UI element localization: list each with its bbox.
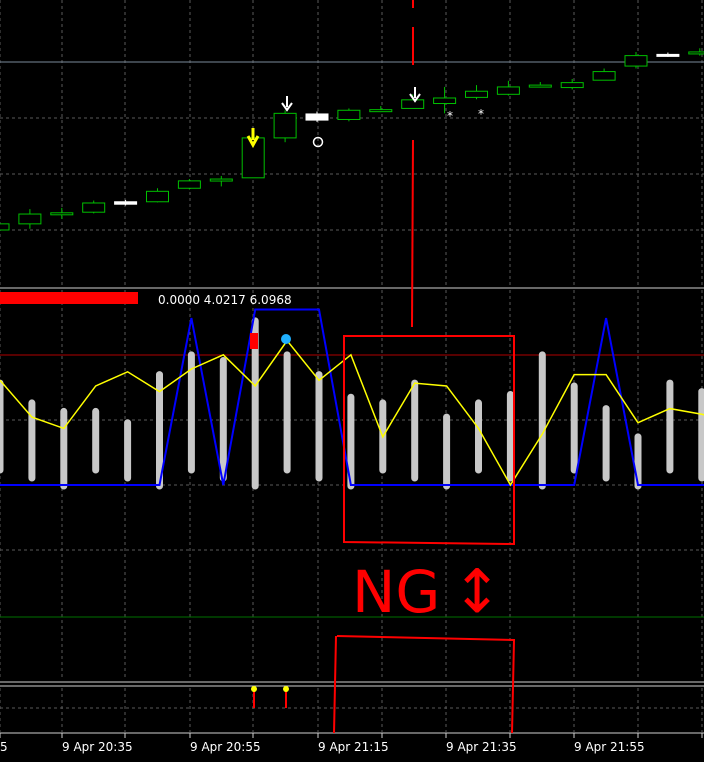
indicator-values: 0.0000 4.0217 6.0968 [158,293,292,307]
candle-body [465,90,488,98]
candle-body [592,71,616,81]
indicator-name-scribble [0,292,138,304]
candle-body [0,223,10,231]
annotation-line [333,635,337,734]
candle-body [688,51,704,55]
candle-body [560,82,584,89]
candle-body [209,178,233,182]
candle-body [273,112,297,139]
annotation-box [343,335,515,546]
candle-body [305,113,329,121]
candle-body [114,201,138,205]
trading-chart[interactable]: * * 0.0000 4.0217 6.0968 5 9 Apr 20:35 9… [0,0,704,762]
time-label-partial: 5 [0,740,8,754]
candle-body [496,86,520,95]
time-label: 9 Apr 20:35 [62,740,133,754]
star-marker-icon: * [447,109,453,123]
candle-body [656,53,680,57]
candle-body [18,213,42,225]
annotation-arrow-icon: ↕ [452,557,502,627]
signal-dot-icon [283,686,289,692]
candle-body [177,180,201,189]
time-label: 9 Apr 21:35 [446,740,517,754]
time-label: 9 Apr 21:55 [574,740,645,754]
time-label: 9 Apr 21:15 [318,740,389,754]
price-pane[interactable]: * * [0,0,704,288]
candle-body [50,212,74,216]
histogram-bars [0,317,704,490]
candle-body [337,109,361,120]
time-axis: 5 9 Apr 20:35 9 Apr 20:55 9 Apr 21:15 9 … [0,732,704,754]
annotation-bracket [336,635,516,734]
candle-body [82,202,106,213]
candle-body [369,109,393,113]
lower-grid [0,688,703,732]
time-axis-ticks [0,733,703,738]
candle-body [146,190,169,203]
candle-body [401,99,425,109]
star-marker-icon: * [478,107,484,121]
red-bar-marker [250,333,258,349]
signal-dot-icon [251,686,257,692]
lower-indicator-pane[interactable] [0,686,704,732]
annotation-line [411,139,414,328]
time-label: 9 Apr 20:55 [190,740,261,754]
candle-body [528,84,552,88]
candle-body [433,97,457,105]
candle-body [624,55,648,67]
annotation-label: NG [352,558,440,626]
cyan-dot-marker [281,334,291,344]
price-pane-bg [0,0,704,288]
